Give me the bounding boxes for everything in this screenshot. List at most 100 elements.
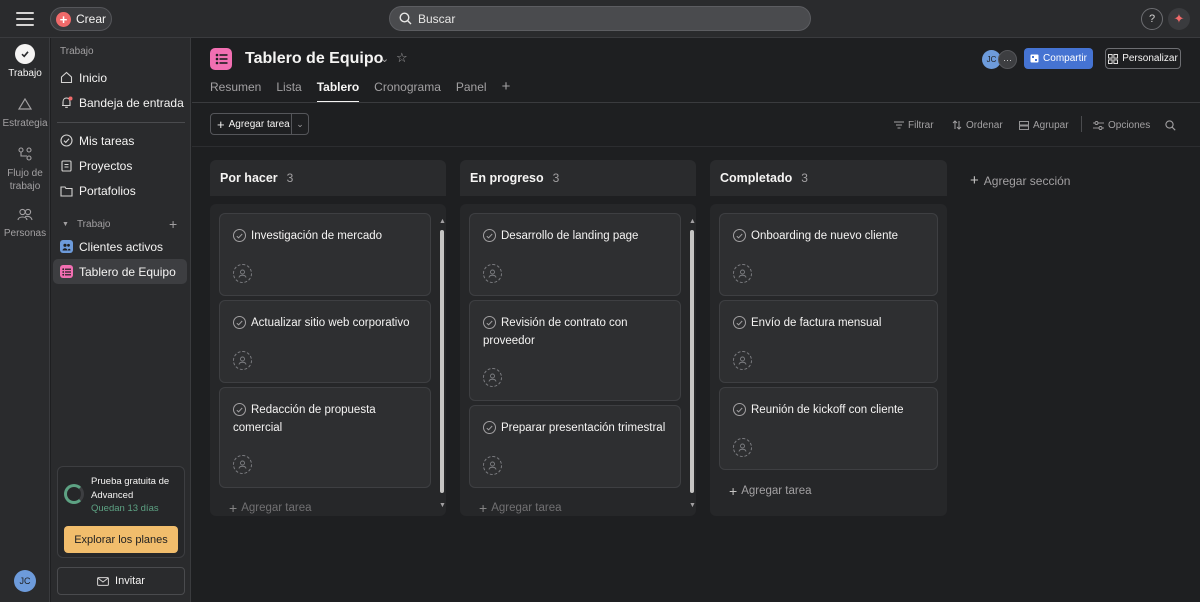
column-scrollbar[interactable]: ▲ ▼	[688, 218, 696, 512]
task-card[interactable]: Redacción de propuesta comercial	[219, 387, 431, 488]
assignee-placeholder-icon[interactable]	[233, 455, 252, 474]
project-icon	[210, 48, 232, 70]
task-card[interactable]: Revisión de contrato con proveedor	[469, 300, 681, 401]
assignee-placeholder-icon[interactable]	[483, 456, 502, 475]
assignee-placeholder-icon[interactable]	[483, 264, 502, 283]
column-header-en-progreso[interactable]: En progreso 3	[460, 160, 696, 196]
group-button[interactable]: Agrupar	[1019, 118, 1069, 132]
assignee-placeholder-icon[interactable]	[483, 368, 502, 387]
sidebar-item-portafolios[interactable]: Portafolios	[53, 178, 187, 203]
scrollbar-thumb[interactable]	[690, 230, 694, 493]
sidebar-item-label: Inicio	[79, 70, 108, 85]
team-section-header[interactable]: ▼ Trabajo	[62, 219, 110, 230]
user-avatar[interactable]: JC	[14, 570, 36, 592]
search-input[interactable]: Buscar	[389, 6, 811, 31]
menu-icon[interactable]	[14, 10, 36, 28]
share-button[interactable]: Compartir	[1024, 48, 1093, 69]
add-tab-icon[interactable]: +	[502, 79, 511, 102]
filter-button[interactable]: Filtrar	[894, 118, 934, 132]
scroll-down-icon[interactable]: ▼	[689, 502, 696, 509]
toolbar-divider	[192, 146, 1200, 147]
task-card[interactable]: Preparar presentación trimestral	[469, 405, 681, 488]
add-project-icon[interactable]: +	[169, 216, 177, 232]
sidebar-section-title: Trabajo	[60, 46, 94, 57]
scroll-up-icon[interactable]: ▲	[689, 218, 696, 225]
chevron-down-icon[interactable]: ⌄	[292, 119, 308, 130]
tab-panel[interactable]: Panel	[456, 80, 487, 102]
sparkle-icon: ✦	[1173, 11, 1185, 26]
clipboard-icon	[59, 159, 73, 173]
column-header-completado[interactable]: Completado 3	[710, 160, 947, 196]
rail-label: Estrategia	[2, 118, 48, 129]
task-card[interactable]: Investigación de mercado	[219, 213, 431, 296]
rail-item-trabajo[interactable]: Trabajo	[0, 44, 50, 80]
check-circle-icon	[59, 134, 73, 148]
tab-lista[interactable]: Lista	[276, 80, 301, 102]
scroll-down-icon[interactable]: ▼	[439, 502, 446, 509]
add-task-label: Agregar tarea	[491, 502, 562, 514]
page-title: Tablero de Equipo	[245, 50, 384, 67]
add-task-button[interactable]: + Agregar tarea ⌄	[210, 113, 309, 135]
sort-button[interactable]: Ordenar	[952, 118, 1003, 132]
project-people-icon	[59, 240, 73, 254]
task-title: Reunión de kickoff con cliente	[751, 404, 904, 416]
board-search-button[interactable]	[1165, 118, 1180, 132]
column-scrollbar[interactable]: ▲ ▼	[438, 218, 446, 512]
assignee-placeholder-icon[interactable]	[733, 438, 752, 457]
customize-button[interactable]: Personalizar	[1105, 48, 1181, 69]
plus-icon: +	[229, 500, 238, 516]
sort-icon	[952, 120, 962, 130]
task-title: Actualizar sitio web corporativo	[251, 317, 410, 329]
task-card[interactable]: Reunión de kickoff con cliente	[719, 387, 938, 470]
add-task-label: Agregar tarea	[741, 485, 812, 497]
rail-label: Trabajo	[8, 68, 42, 79]
help-button[interactable]: ?	[1141, 8, 1163, 30]
create-button[interactable]: + Crear	[50, 7, 112, 31]
add-task-inline-button[interactable]: + Agregar tarea	[729, 483, 812, 499]
star-icon[interactable]: ☆	[396, 50, 408, 66]
task-card[interactable]: Desarrollo de landing page	[469, 213, 681, 296]
sidebar-project-clientes[interactable]: Clientes activos	[53, 234, 187, 259]
add-task-main[interactable]: + Agregar tarea	[211, 114, 292, 134]
sidebar-item-bandeja[interactable]: Bandeja de entrada	[53, 90, 187, 115]
tab-resumen[interactable]: Resumen	[210, 80, 261, 102]
add-task-inline-button[interactable]: + Agregar tarea	[479, 500, 562, 516]
tab-cronograma[interactable]: Cronograma	[374, 80, 441, 102]
task-card[interactable]: Actualizar sitio web corporativo	[219, 300, 431, 383]
chevron-down-icon[interactable]: ⌄	[380, 52, 389, 65]
grid-icon	[1108, 53, 1119, 64]
sidebar-item-label: Mis tareas	[79, 133, 135, 148]
task-card[interactable]: Onboarding de nuevo cliente	[719, 213, 938, 296]
sidebar-item-label: Clientes activos	[79, 239, 164, 254]
explore-plans-button[interactable]: Explorar los planes	[64, 526, 178, 553]
plus-icon: +	[729, 483, 738, 499]
tab-tablero[interactable]: Tablero	[316, 80, 360, 103]
invite-button[interactable]: Invitar	[57, 567, 185, 595]
add-section-button[interactable]: + Agregar sección	[970, 172, 1070, 189]
assignee-placeholder-icon[interactable]	[233, 351, 252, 370]
options-button[interactable]: Opciones	[1093, 118, 1150, 132]
scrollbar-thumb[interactable]	[440, 230, 444, 493]
add-task-inline-button[interactable]: + Agregar tarea	[229, 500, 312, 516]
assignee-placeholder-icon[interactable]	[233, 264, 252, 283]
more-members-icon[interactable]: ···	[998, 50, 1017, 69]
task-card[interactable]: Envío de factura mensual	[719, 300, 938, 383]
assignee-placeholder-icon[interactable]	[733, 264, 752, 283]
rail-item-estrategia[interactable]: Estrategia	[0, 94, 50, 130]
header-divider	[192, 102, 1200, 103]
bell-icon	[59, 96, 73, 110]
scroll-up-icon[interactable]: ▲	[439, 218, 446, 225]
add-task-label: Agregar tarea	[228, 118, 290, 130]
task-title: Desarrollo de landing page	[501, 230, 639, 242]
rail-item-personas[interactable]: Personas	[0, 204, 50, 240]
assignee-placeholder-icon[interactable]	[733, 351, 752, 370]
sidebar-item-mis-tareas[interactable]: Mis tareas	[53, 128, 187, 153]
options-label: Opciones	[1108, 119, 1151, 131]
rail-item-flujo[interactable]: Flujo de trabajo	[0, 144, 50, 193]
sidebar-project-tablero[interactable]: Tablero de Equipo	[53, 259, 187, 284]
sidebar-item-inicio[interactable]: Inicio	[53, 65, 187, 90]
column-header-por-hacer[interactable]: Por hacer 3	[210, 160, 446, 196]
ai-sparkle-button[interactable]: ✦	[1168, 8, 1190, 30]
sidebar-item-proyectos[interactable]: Proyectos	[53, 153, 187, 178]
search-placeholder: Buscar	[418, 11, 456, 26]
